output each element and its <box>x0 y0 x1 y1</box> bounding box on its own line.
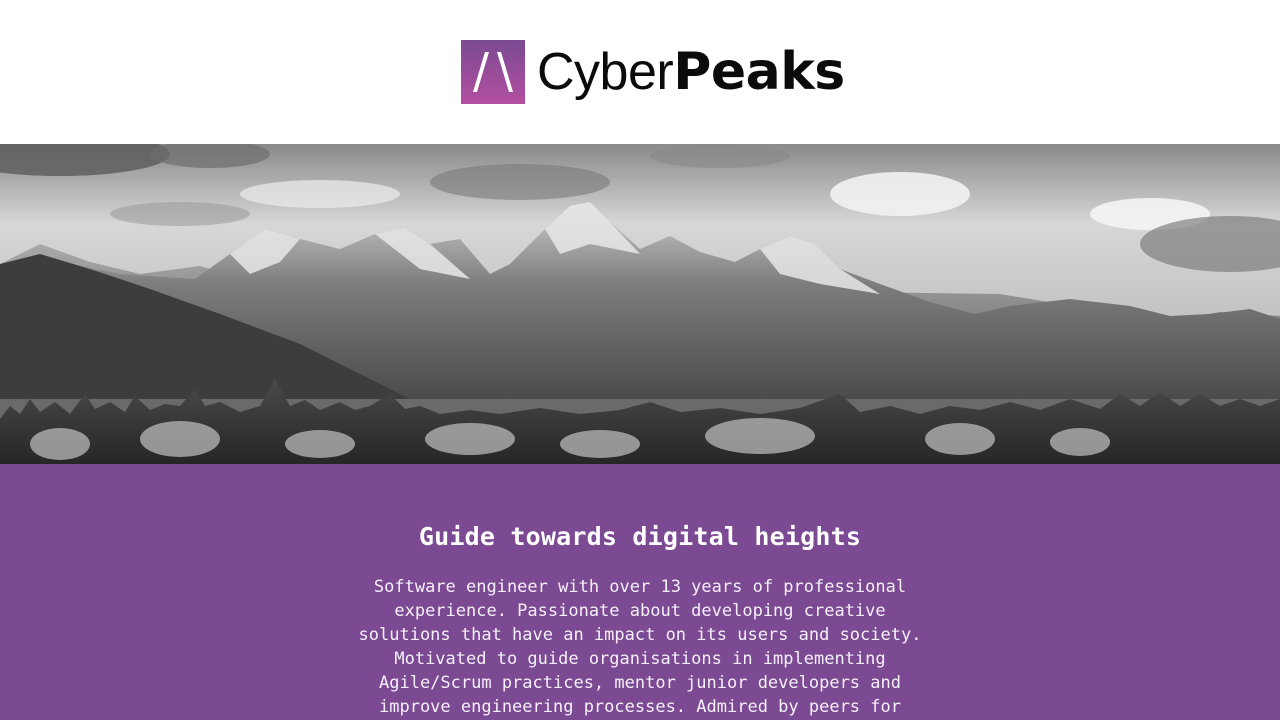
intro-body: Software engineer with over 13 years of … <box>358 577 922 717</box>
brand-name-light: Cyber <box>537 43 674 101</box>
peak-logo-icon <box>461 40 525 104</box>
intro-section: Guide towards digital heights Software e… <box>0 464 1280 720</box>
mountain-landscape-image <box>0 144 1280 464</box>
brand-logo-link[interactable]: CyberPeaks <box>461 40 845 104</box>
site-header: CyberPeaks <box>0 0 1280 144</box>
brand-name-bold: Peaks <box>673 42 845 102</box>
hero-banner <box>0 144 1280 464</box>
intro-heading: Guide towards digital heights <box>418 522 862 551</box>
brand-name: CyberPeaks <box>537 40 845 104</box>
